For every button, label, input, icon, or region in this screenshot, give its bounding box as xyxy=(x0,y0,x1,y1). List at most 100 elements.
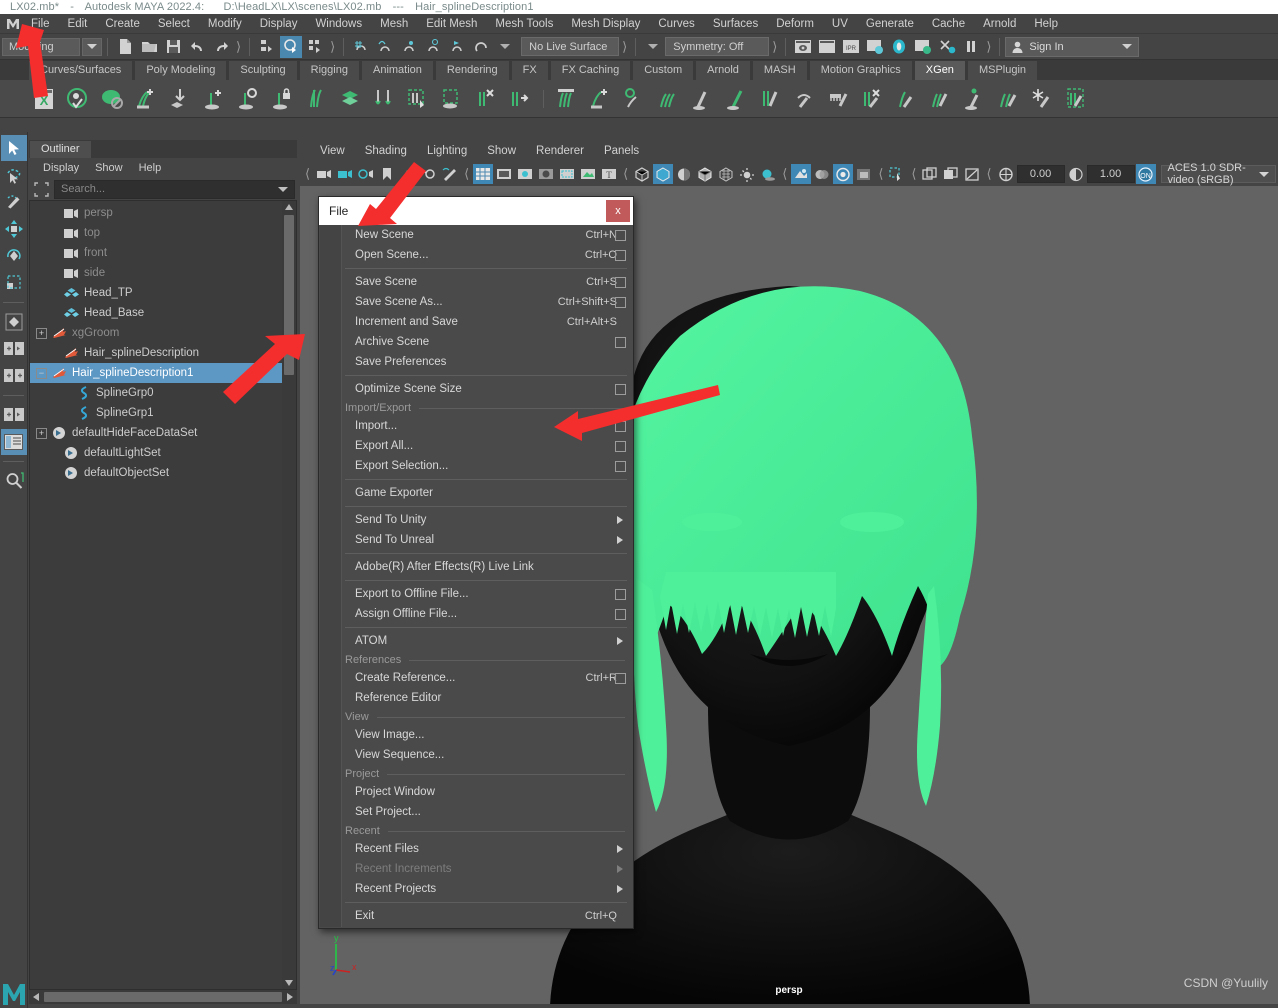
xgen-editor-icon[interactable]: X xyxy=(28,83,60,115)
menu-modify[interactable]: Modify xyxy=(199,14,251,34)
resolution-gate-icon[interactable] xyxy=(515,164,535,184)
part-brush-icon[interactable] xyxy=(925,83,957,115)
expander-plus-icon[interactable]: + xyxy=(36,427,47,439)
option-box-icon[interactable] xyxy=(615,229,626,241)
shelf-tab-rendering[interactable]: Rendering xyxy=(434,60,510,80)
menu-windows[interactable]: Windows xyxy=(306,14,371,34)
shelf-tab-custom[interactable]: Custom xyxy=(632,60,695,80)
file-menu-item-increment-and-save[interactable]: Increment and Save Ctrl+Alt+S xyxy=(319,312,633,332)
scale-tool-button[interactable] xyxy=(1,270,27,296)
menu-help[interactable]: Help xyxy=(1025,14,1067,34)
file-menu-item-adobe-r-after-effects-r-live-link[interactable]: Adobe(R) After Effects(R) Live Link xyxy=(319,557,633,577)
snap-to-curve-button[interactable] xyxy=(374,36,396,58)
collapse-bracket[interactable]: ⟨ xyxy=(461,166,472,182)
xray-icon[interactable] xyxy=(578,164,598,184)
shelf-tab-xgen[interactable]: XGen xyxy=(913,60,966,80)
exposure-value-field[interactable]: 0.00 xyxy=(1016,165,1065,183)
file-menu-item-save-scene-as[interactable]: Save Scene As... Ctrl+Shift+S xyxy=(319,292,633,312)
viewport-menu-renderer[interactable]: Renderer xyxy=(526,140,594,162)
collapse-bracket[interactable]: ⟨ xyxy=(908,166,919,182)
zoom-tool-icon[interactable] xyxy=(419,164,439,184)
file-menu-title-bar[interactable]: File x xyxy=(319,197,633,225)
paint-select-tool-button[interactable] xyxy=(1,189,27,215)
file-menu-item-export-selection[interactable]: Export Selection... xyxy=(319,456,633,476)
disable-preview-icon[interactable] xyxy=(96,83,128,115)
viewport-menu-shading[interactable]: Shading xyxy=(355,140,417,162)
outliner-item-persp[interactable]: persp xyxy=(30,203,282,223)
scroll-left-arrow[interactable] xyxy=(30,991,42,1003)
collapse-bracket[interactable]: ⟩ xyxy=(327,39,338,55)
option-box-icon[interactable] xyxy=(615,336,626,348)
file-menu-item-optimize-scene-size[interactable]: Optimize Scene Size xyxy=(319,379,633,399)
hypershade-button[interactable] xyxy=(888,36,910,58)
render-settings-button[interactable] xyxy=(864,36,886,58)
open-scene-button[interactable] xyxy=(138,36,160,58)
collapse-bracket[interactable]: ⟩ xyxy=(233,39,244,55)
collapse-bracket[interactable]: ⟨ xyxy=(302,166,313,182)
viewport-menu-panels[interactable]: Panels xyxy=(594,140,649,162)
outliner-horizontal-scrollbar[interactable] xyxy=(29,990,297,1004)
xray-joints-icon[interactable] xyxy=(920,164,940,184)
wireframe-on-shaded-icon[interactable] xyxy=(695,164,715,184)
gamma-icon[interactable] xyxy=(1066,164,1086,184)
collapse-bracket[interactable]: ⟩ xyxy=(769,39,780,55)
image-plane-icon[interactable] xyxy=(398,164,418,184)
split-guides-icon[interactable] xyxy=(300,83,332,115)
option-box-icon[interactable] xyxy=(615,672,626,684)
outliner-menu-show[interactable]: Show xyxy=(87,158,131,178)
clump-brush-icon[interactable] xyxy=(687,83,719,115)
preview-refresh-icon[interactable] xyxy=(62,83,94,115)
freeze-brush-icon[interactable] xyxy=(1027,83,1059,115)
menuset-dropdown-arrow[interactable] xyxy=(82,37,102,56)
outliner-item-top[interactable]: top xyxy=(30,223,282,243)
grid-toggle-icon[interactable] xyxy=(473,164,494,184)
undo-button[interactable] xyxy=(186,36,208,58)
file-menu-item-set-project[interactable]: Set Project... xyxy=(319,802,633,822)
file-menu-item-save-scene[interactable]: Save Scene Ctrl+S xyxy=(319,272,633,292)
file-menu-item-assign-offline-file[interactable]: Assign Offline File... xyxy=(319,604,633,624)
outliner-item-front[interactable]: front xyxy=(30,243,282,263)
lock-camera-icon[interactable] xyxy=(335,164,355,184)
import-collection-icon[interactable] xyxy=(164,83,196,115)
expander-minus-icon[interactable]: − xyxy=(36,367,47,379)
collapse-bracket[interactable]: ⟨ xyxy=(983,166,994,182)
generate-primitives-icon[interactable] xyxy=(334,83,366,115)
film-gate-icon[interactable] xyxy=(494,164,514,184)
convert-to-interactive-icon[interactable] xyxy=(504,83,536,115)
shelf-tab-rigging[interactable]: Rigging xyxy=(298,60,360,80)
file-menu-item-send-to-unreal[interactable]: Send To Unreal xyxy=(319,530,633,550)
option-box-icon[interactable] xyxy=(615,460,626,472)
shelf-tab-motion-graphics[interactable]: Motion Graphics xyxy=(808,60,913,80)
file-menu-item-export-to-offline-file[interactable]: Export to Offline File... xyxy=(319,584,633,604)
comb-brush-icon[interactable] xyxy=(823,83,855,115)
option-box-icon[interactable] xyxy=(615,296,626,308)
camera-attributes-icon[interactable] xyxy=(356,164,376,184)
groom-preview-icon[interactable] xyxy=(232,83,264,115)
file-menu-item-import[interactable]: Import... xyxy=(319,416,633,436)
color-space-selector[interactable]: ACES 1.0 SDR-video (sRGB) xyxy=(1160,162,1276,186)
outliner-item-splinegrp1[interactable]: SplineGrp1 xyxy=(30,403,282,423)
smooth-brush-icon[interactable] xyxy=(891,83,923,115)
pause-render-button[interactable] xyxy=(960,36,982,58)
save-scene-button[interactable] xyxy=(162,36,184,58)
menu-edit-mesh[interactable]: Edit Mesh xyxy=(417,14,486,34)
live-surface-field[interactable]: No Live Surface xyxy=(521,37,620,56)
delete-guides-icon[interactable] xyxy=(470,83,502,115)
menu-create[interactable]: Create xyxy=(96,14,149,34)
mask-brush-icon[interactable] xyxy=(993,83,1025,115)
redo-button[interactable] xyxy=(210,36,232,58)
new-scene-button[interactable] xyxy=(114,36,136,58)
outliner-item-head-base[interactable]: Head_Base xyxy=(30,303,282,323)
file-menu-item-atom[interactable]: ATOM xyxy=(319,631,633,651)
outliner-item-hair-splinedescription1[interactable]: − Hair_splineDescription1 xyxy=(30,363,282,383)
outliner-item-side[interactable]: side xyxy=(30,263,282,283)
anti-alias-icon[interactable] xyxy=(833,164,854,184)
length-brush-icon[interactable] xyxy=(721,83,753,115)
file-menu-item-export-all[interactable]: Export All... xyxy=(319,436,633,456)
collapse-bracket[interactable]: ⟨ xyxy=(620,166,631,182)
select-hierarchy-button[interactable] xyxy=(256,36,278,58)
bookmark-icon[interactable] xyxy=(377,164,397,184)
shelf-tab-mash[interactable]: MASH xyxy=(751,60,808,80)
frame-selection-icon[interactable] xyxy=(31,180,51,198)
file-menu-item-open-scene[interactable]: Open Scene... Ctrl+O xyxy=(319,245,633,265)
